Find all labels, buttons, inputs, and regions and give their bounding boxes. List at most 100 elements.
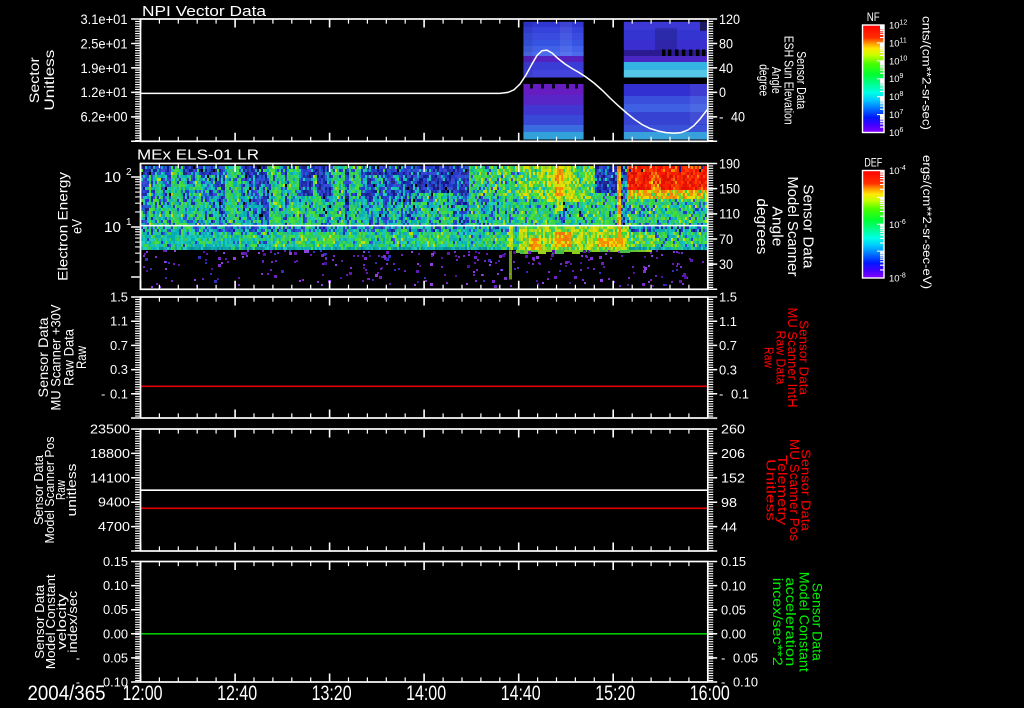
- svg-text:10: 10: [900, 55, 908, 62]
- svg-text:10: 10: [889, 56, 900, 67]
- svg-text:-: -: [721, 651, 725, 666]
- svg-text:0.10: 0.10: [721, 578, 746, 593]
- svg-text:0.1: 0.1: [731, 387, 749, 402]
- svg-text:23500: 23500: [90, 423, 130, 437]
- svg-text:10: 10: [889, 110, 900, 121]
- svg-text:-6: -6: [900, 219, 906, 226]
- svg-text:ergs/(cm**2-sr-sec-eV): ergs/(cm**2-sr-sec-eV): [920, 155, 934, 289]
- svg-text:1.5: 1.5: [719, 290, 737, 305]
- svg-text:degrees: degrees: [753, 198, 769, 254]
- svg-text:4700: 4700: [98, 520, 130, 534]
- svg-text:DEF: DEF: [864, 156, 882, 170]
- svg-text:44: 44: [721, 519, 737, 534]
- svg-text:Angle: Angle: [768, 206, 784, 246]
- svg-text:0.7: 0.7: [719, 338, 737, 353]
- svg-text:-: -: [719, 110, 724, 125]
- svg-text:11: 11: [900, 37, 907, 44]
- svg-text:14:40: 14:40: [501, 682, 541, 705]
- svg-text:2: 2: [126, 167, 132, 178]
- svg-text:9400: 9400: [98, 496, 130, 510]
- svg-text:0.05: 0.05: [721, 602, 746, 617]
- svg-text:0.3: 0.3: [110, 363, 128, 377]
- svg-text:0.05: 0.05: [103, 603, 128, 617]
- svg-text:degree: degree: [757, 64, 771, 96]
- svg-text:10: 10: [889, 128, 900, 139]
- svg-text:1.1: 1.1: [110, 315, 128, 329]
- svg-text:Sensor Data: Sensor Data: [799, 184, 815, 269]
- svg-text:10: 10: [889, 38, 900, 49]
- svg-text:-4: -4: [900, 165, 906, 172]
- svg-text:0.10: 0.10: [733, 675, 758, 690]
- svg-text:0.15: 0.15: [721, 554, 746, 569]
- svg-text:12: 12: [900, 20, 908, 27]
- svg-text:3.1e+01: 3.1e+01: [81, 12, 128, 27]
- svg-text:6: 6: [900, 127, 904, 134]
- svg-text:18800: 18800: [90, 447, 130, 461]
- svg-text:9: 9: [900, 73, 904, 80]
- svg-text:10: 10: [104, 170, 121, 186]
- svg-text:Unitless: Unitless: [764, 459, 779, 522]
- svg-text:15:20: 15:20: [595, 682, 635, 705]
- svg-text:NPI Vector Data: NPI Vector Data: [142, 3, 267, 20]
- svg-text:0.15: 0.15: [103, 555, 128, 569]
- svg-text:cnts/(cm**2-sr-sec): cnts/(cm**2-sr-sec): [919, 16, 933, 130]
- svg-text:eV: eV: [69, 218, 85, 234]
- svg-text:0.3: 0.3: [719, 362, 737, 377]
- svg-text:14100: 14100: [90, 471, 130, 485]
- svg-text:12:00: 12:00: [123, 682, 163, 705]
- svg-text:30: 30: [719, 257, 733, 272]
- svg-text:40: 40: [731, 110, 745, 125]
- svg-text:70: 70: [719, 232, 733, 247]
- svg-text:110: 110: [719, 207, 740, 222]
- svg-text:Raw: Raw: [74, 346, 89, 369]
- svg-text:0: 0: [719, 85, 726, 100]
- svg-text:6.2e+00: 6.2e+00: [81, 110, 128, 125]
- svg-text:10: 10: [889, 21, 900, 32]
- svg-text:1: 1: [126, 217, 132, 228]
- svg-text:40: 40: [719, 61, 733, 76]
- svg-text:120: 120: [719, 12, 740, 27]
- svg-text:10: 10: [889, 74, 900, 85]
- svg-text:incex/sec**2: incex/sec**2: [770, 578, 785, 666]
- svg-text:index/sec: index/sec: [66, 591, 80, 653]
- svg-text:Unitless: Unitless: [41, 50, 57, 111]
- svg-text:14:00: 14:00: [406, 682, 446, 705]
- svg-text:16:00: 16:00: [690, 682, 730, 705]
- svg-text:1.1: 1.1: [719, 314, 737, 329]
- svg-text:260: 260: [721, 422, 745, 437]
- svg-text:Model Scanner: Model Scanner: [784, 176, 800, 276]
- svg-text:0.00: 0.00: [103, 627, 128, 641]
- svg-text:0.00: 0.00: [721, 627, 746, 642]
- svg-text:190: 190: [719, 156, 740, 171]
- svg-text:2.5e+01: 2.5e+01: [81, 36, 128, 51]
- svg-text:10: 10: [889, 220, 900, 231]
- svg-text:Raw: Raw: [762, 347, 777, 368]
- svg-text:-8: -8: [900, 273, 906, 280]
- svg-text:Sector: Sector: [26, 57, 42, 103]
- svg-text:MEx ELS-01 LR: MEx ELS-01 LR: [137, 147, 259, 164]
- svg-text:12:40: 12:40: [217, 682, 257, 705]
- svg-text:7: 7: [900, 109, 904, 116]
- svg-text:206: 206: [721, 446, 745, 461]
- svg-text:80: 80: [719, 36, 733, 51]
- svg-text:10: 10: [889, 92, 900, 103]
- svg-text:0.05: 0.05: [733, 651, 758, 666]
- svg-text:13:20: 13:20: [312, 682, 352, 705]
- svg-text:10: 10: [889, 274, 900, 285]
- svg-text:1.2e+01: 1.2e+01: [81, 85, 128, 100]
- svg-text:8: 8: [900, 91, 904, 98]
- svg-text:98: 98: [721, 495, 737, 510]
- svg-text:unitless: unitless: [65, 464, 79, 517]
- svg-text:-: -: [101, 387, 105, 401]
- svg-text:2004/365: 2004/365: [28, 682, 106, 705]
- svg-text:1.9e+01: 1.9e+01: [81, 61, 128, 76]
- svg-text:0.7: 0.7: [110, 339, 128, 353]
- svg-text:150: 150: [719, 182, 740, 197]
- svg-text:10: 10: [889, 166, 900, 177]
- svg-text:-: -: [719, 387, 723, 402]
- svg-text:152: 152: [721, 471, 745, 486]
- svg-text:0.1: 0.1: [110, 387, 128, 401]
- svg-text:0.10: 0.10: [103, 579, 128, 593]
- svg-text:NF: NF: [867, 10, 880, 24]
- svg-text:10: 10: [104, 220, 121, 236]
